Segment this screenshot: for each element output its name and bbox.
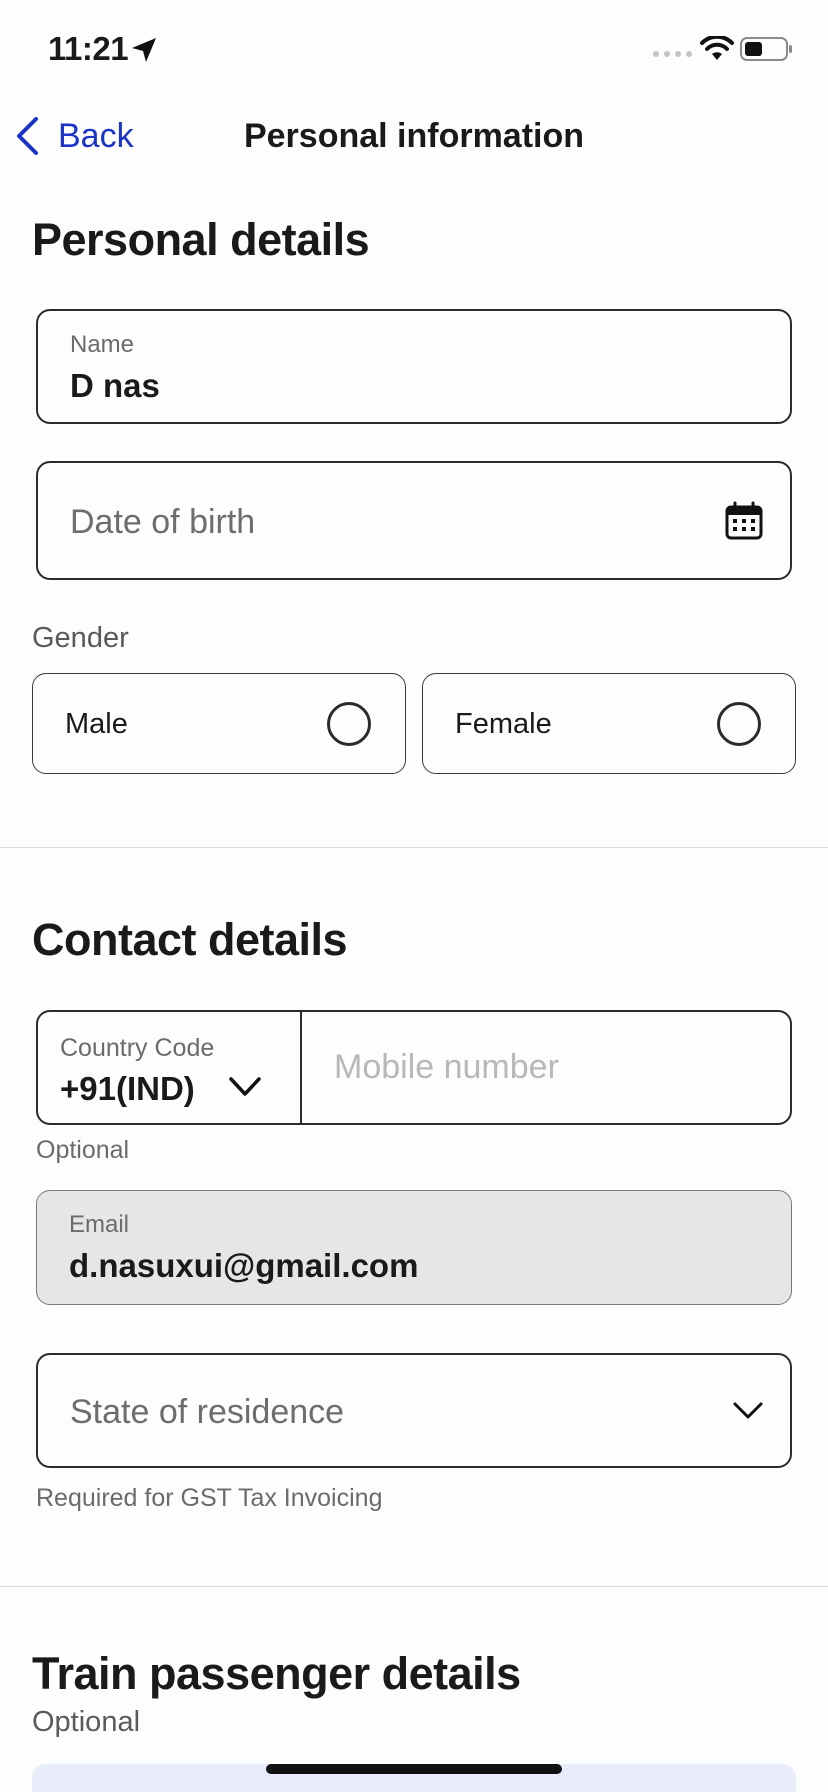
location-arrow-icon bbox=[132, 38, 156, 62]
contact-details-heading: Contact details bbox=[32, 914, 348, 965]
gender-option-male[interactable]: Male bbox=[32, 673, 406, 774]
gender-label: Gender bbox=[32, 622, 129, 654]
section-divider bbox=[0, 1586, 828, 1587]
mobile-helper-text: Optional bbox=[36, 1136, 130, 1164]
country-code-label: Country Code bbox=[60, 1034, 215, 1062]
email-value: d.nasuxui@gmail.com bbox=[69, 1247, 419, 1284]
country-code-select[interactable]: Country Code +91(IND) bbox=[38, 1012, 302, 1123]
state-of-residence-placeholder: State of residence bbox=[70, 1393, 345, 1431]
chevron-down-icon bbox=[229, 1077, 261, 1096]
train-passenger-heading: Train passenger details bbox=[32, 1648, 521, 1699]
state-helper-text: Required for GST Tax Invoicing bbox=[36, 1484, 383, 1512]
personal-details-heading: Personal details bbox=[32, 214, 370, 265]
battery-icon bbox=[740, 37, 792, 61]
chevron-down-icon bbox=[733, 1402, 763, 1419]
date-of-birth-placeholder: Date of birth bbox=[70, 503, 256, 541]
gender-option-female[interactable]: Female bbox=[422, 673, 796, 774]
name-label: Name bbox=[70, 331, 135, 358]
date-of-birth-field[interactable]: Date of birth bbox=[36, 461, 792, 580]
state-of-residence-select[interactable]: State of residence bbox=[36, 1353, 792, 1468]
home-indicator bbox=[266, 1764, 562, 1774]
radio-button-icon[interactable] bbox=[717, 702, 761, 746]
wifi-icon bbox=[700, 36, 734, 60]
page-title: Personal information bbox=[243, 117, 585, 155]
status-time: 11:21 bbox=[48, 30, 129, 67]
status-bar: 11:21 bbox=[0, 0, 828, 100]
name-value: D nas bbox=[70, 367, 160, 404]
signal-dots-icon bbox=[653, 51, 692, 57]
country-code-value: +91(IND) bbox=[60, 1070, 195, 1107]
nav-bar: Back Personal information bbox=[0, 100, 828, 170]
calendar-icon[interactable] bbox=[724, 501, 764, 541]
gender-option-label: Male bbox=[65, 708, 128, 740]
name-field[interactable]: Name D nas bbox=[36, 309, 792, 424]
radio-button-icon[interactable] bbox=[327, 702, 371, 746]
phone-field: Country Code +91(IND) bbox=[36, 1010, 792, 1125]
mobile-number-input[interactable] bbox=[302, 1012, 790, 1123]
train-passenger-subtitle: Optional bbox=[32, 1706, 141, 1738]
email-field: Email d.nasuxui@gmail.com bbox=[36, 1190, 792, 1305]
section-divider bbox=[0, 847, 828, 848]
email-label: Email bbox=[69, 1211, 130, 1238]
gender-option-label: Female bbox=[455, 708, 552, 740]
